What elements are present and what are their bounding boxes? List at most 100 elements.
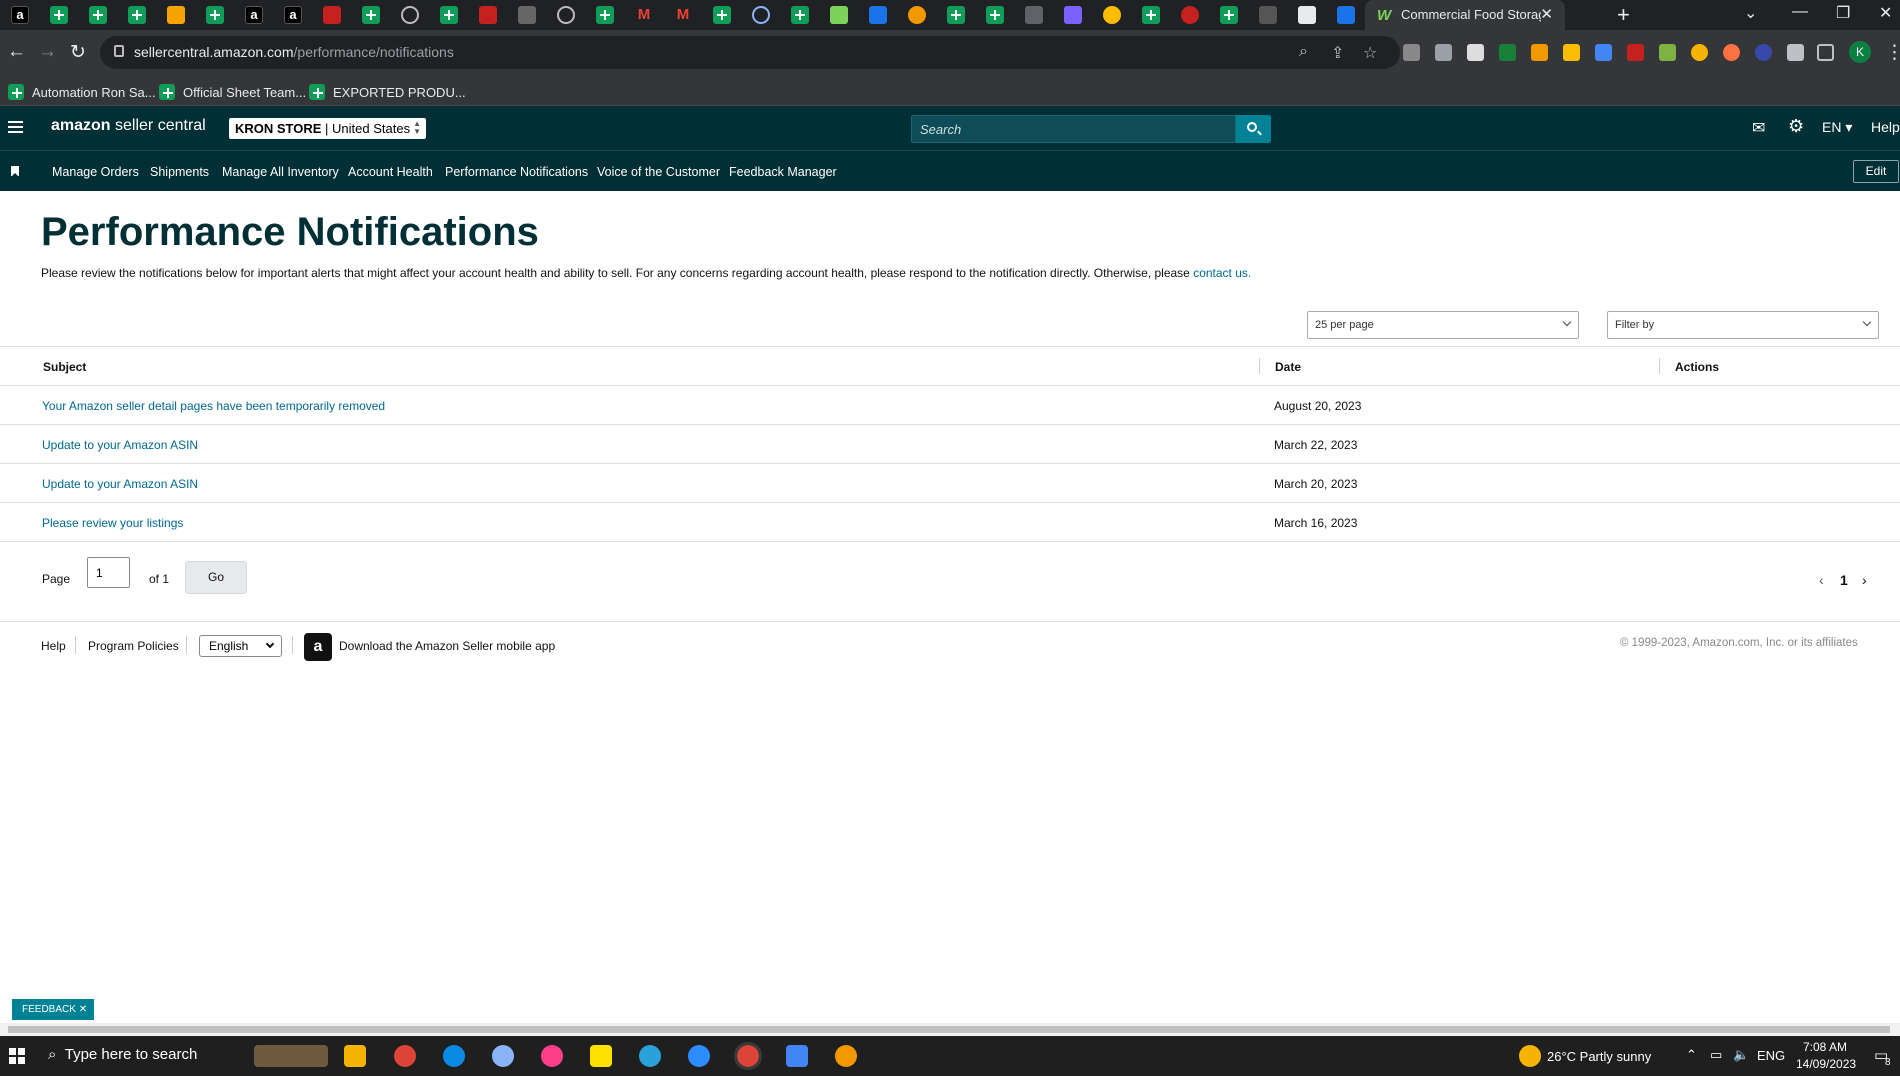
sheets-tab-icon[interactable] bbox=[128, 6, 146, 24]
amazon-tab-icon[interactable]: a bbox=[11, 6, 29, 24]
search-button[interactable] bbox=[1236, 115, 1271, 143]
clock-date[interactable]: 14/09/2023 bbox=[1796, 1057, 1856, 1071]
sheets-tab-icon[interactable] bbox=[206, 6, 224, 24]
app-icon[interactable] bbox=[541, 1045, 563, 1067]
forward-icon[interactable]: → bbox=[38, 41, 57, 63]
feedback-button[interactable]: FEEDBACK ✕ bbox=[12, 999, 94, 1020]
nav-voice-of-customer[interactable]: Voice of the Customer bbox=[597, 165, 720, 179]
calculator-tab-icon[interactable] bbox=[1298, 6, 1316, 24]
sheets-tab-icon[interactable] bbox=[947, 6, 965, 24]
pinterest-tab-icon[interactable] bbox=[1181, 6, 1199, 24]
mail-icon[interactable]: ✉ bbox=[1752, 118, 1765, 138]
active-tab[interactable]: W Commercial Food Storage Conta ✕ bbox=[1365, 0, 1565, 30]
app-tab-icon[interactable] bbox=[1259, 6, 1277, 24]
sheets-tab-icon[interactable] bbox=[50, 6, 68, 24]
sheets-tab-icon[interactable] bbox=[713, 6, 731, 24]
gmail-tab-icon[interactable]: M bbox=[674, 6, 692, 24]
page-number-input[interactable] bbox=[87, 557, 130, 588]
input-language[interactable]: ENG bbox=[1757, 1048, 1785, 1063]
search-input[interactable] bbox=[912, 116, 1235, 142]
edit-nav-button[interactable]: Edit bbox=[1853, 160, 1899, 183]
app-icon[interactable] bbox=[492, 1045, 514, 1067]
extension-icon[interactable] bbox=[1627, 44, 1644, 61]
back-icon[interactable]: ← bbox=[7, 41, 26, 63]
profile-avatar[interactable]: K bbox=[1849, 41, 1871, 63]
filter-dropdown[interactable]: Filter by bbox=[1607, 311, 1879, 339]
extension-icon[interactable] bbox=[1659, 44, 1676, 61]
weather-text[interactable]: 26°C Partly sunny bbox=[1547, 1049, 1651, 1064]
new-tab-icon[interactable]: + bbox=[1617, 2, 1630, 28]
globe-tab-icon[interactable] bbox=[557, 6, 575, 24]
weather-icon[interactable] bbox=[1519, 1045, 1541, 1067]
extension-icon[interactable] bbox=[1691, 44, 1708, 61]
app-tab-icon[interactable] bbox=[323, 6, 341, 24]
footer-language-select[interactable]: English bbox=[199, 635, 282, 657]
taskbar-search[interactable]: ⌕ Type here to search bbox=[48, 1046, 197, 1063]
extension-icon[interactable] bbox=[1467, 44, 1484, 61]
scrollbar-thumb[interactable] bbox=[8, 1026, 1890, 1033]
puzzle-icon[interactable] bbox=[1787, 44, 1804, 61]
chrome-profile-icon[interactable] bbox=[734, 1042, 762, 1070]
close-icon[interactable]: ✕ bbox=[1540, 5, 1553, 23]
bookmark-item[interactable]: Official Sheet Team... bbox=[159, 81, 306, 100]
bookmark-item[interactable]: Automation Ron Sa... bbox=[8, 81, 156, 100]
app-tab-icon[interactable] bbox=[830, 6, 848, 24]
volume-icon[interactable]: 🔈 bbox=[1733, 1047, 1749, 1063]
notification-subject-link[interactable]: Update to your Amazon ASIN bbox=[42, 477, 198, 491]
nav-feedback-manager[interactable]: Feedback Manager bbox=[729, 165, 837, 179]
language-selector[interactable]: EN ▾ bbox=[1822, 119, 1852, 136]
openai-tab-icon[interactable] bbox=[752, 6, 770, 24]
bookmark-icon[interactable] bbox=[11, 166, 19, 177]
per-page-dropdown[interactable]: 25 per page bbox=[1307, 311, 1579, 339]
extension-icon[interactable] bbox=[1723, 44, 1740, 61]
extension-icon[interactable] bbox=[1435, 44, 1452, 61]
help-link[interactable]: Help bbox=[1871, 119, 1900, 135]
restore-icon[interactable]: ❐ bbox=[1836, 3, 1850, 23]
side-panel-icon[interactable] bbox=[1817, 44, 1834, 61]
tab-search-icon[interactable]: ⌄ bbox=[1744, 3, 1757, 23]
hamburger-menu-icon[interactable] bbox=[8, 121, 23, 133]
nav-manage-inventory[interactable]: Manage All Inventory bbox=[222, 165, 339, 179]
horizontal-scrollbar[interactable] bbox=[0, 1023, 1900, 1036]
nav-performance-notifications[interactable]: Performance Notifications bbox=[445, 165, 588, 179]
chevron-right-icon[interactable]: › bbox=[1862, 572, 1867, 588]
sheets-tab-icon[interactable] bbox=[986, 6, 1004, 24]
telegram-icon[interactable] bbox=[639, 1045, 661, 1067]
extension-icon[interactable] bbox=[1499, 44, 1516, 61]
app-tab-icon[interactable] bbox=[1103, 6, 1121, 24]
app-tab-icon[interactable] bbox=[1025, 6, 1043, 24]
close-icon[interactable]: ✕ bbox=[79, 1004, 87, 1015]
app-tab-icon[interactable] bbox=[1337, 6, 1355, 24]
notification-subject-link[interactable]: Please review your listings bbox=[42, 516, 183, 530]
chrome-icon[interactable] bbox=[394, 1045, 416, 1067]
extension-icon[interactable] bbox=[1531, 44, 1548, 61]
sheets-tab-icon[interactable] bbox=[362, 6, 380, 24]
download-app-link[interactable]: Download the Amazon Seller mobile app bbox=[339, 639, 555, 653]
app-tab-icon[interactable] bbox=[908, 6, 926, 24]
extension-icon[interactable] bbox=[1755, 44, 1772, 61]
current-page-number[interactable]: 1 bbox=[1840, 572, 1848, 588]
contact-us-link[interactable]: contact us. bbox=[1193, 266, 1251, 280]
bookmark-item[interactable]: EXPORTED PRODU... bbox=[309, 81, 466, 100]
app-tab-icon[interactable] bbox=[518, 6, 536, 24]
extension-icon[interactable] bbox=[1595, 44, 1612, 61]
search-highlight-image[interactable] bbox=[254, 1045, 328, 1067]
gear-icon[interactable]: ⚙ bbox=[1788, 116, 1804, 137]
sheets-tab-icon[interactable] bbox=[89, 6, 107, 24]
star-icon[interactable]: ☆ bbox=[1363, 43, 1377, 63]
notification-subject-link[interactable]: Your Amazon seller detail pages have bee… bbox=[42, 399, 385, 413]
nav-account-health[interactable]: Account Health bbox=[348, 165, 433, 179]
app-tab-icon[interactable] bbox=[167, 6, 185, 24]
network-icon[interactable]: ▭ bbox=[1710, 1047, 1722, 1063]
edge-icon[interactable] bbox=[443, 1045, 465, 1067]
sheets-tab-icon[interactable] bbox=[1142, 6, 1160, 24]
reload-icon[interactable]: ↻ bbox=[70, 41, 86, 64]
zoom-icon[interactable]: ⌕ bbox=[1299, 43, 1308, 61]
footer-help-link[interactable]: Help bbox=[41, 639, 66, 653]
calculator-icon[interactable] bbox=[786, 1045, 808, 1067]
globe-tab-icon[interactable] bbox=[401, 6, 419, 24]
windows-start-icon[interactable] bbox=[9, 1048, 25, 1064]
sheets-tab-icon[interactable] bbox=[596, 6, 614, 24]
extension-icon[interactable] bbox=[1563, 44, 1580, 61]
seller-central-logo[interactable]: amazon seller central bbox=[51, 117, 206, 135]
